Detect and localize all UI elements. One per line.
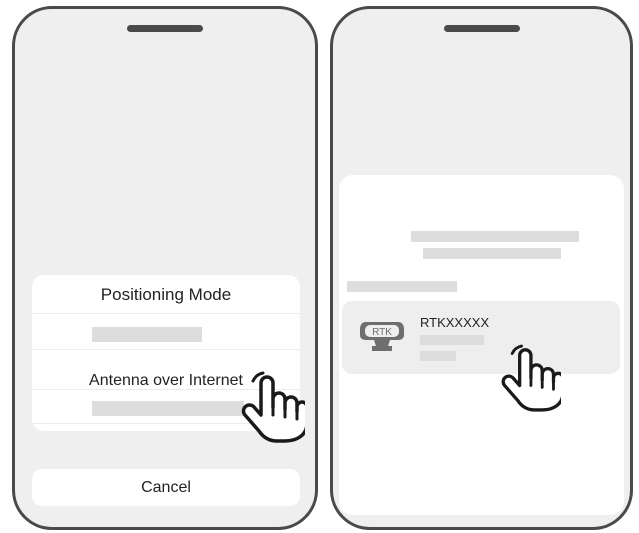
divider [32, 349, 300, 350]
title-placeholder [411, 231, 579, 242]
speaker-notch [127, 25, 203, 32]
device-list-sheet: RTK RTKXXXXX [339, 175, 624, 515]
phone-frame-left: Positioning Mode Antenna over Internet C… [12, 6, 318, 530]
hand-pointer-icon [501, 344, 561, 412]
device-list-item[interactable]: RTK RTKXXXXX [342, 301, 620, 374]
hand-pointer-icon [241, 371, 305, 443]
divider [32, 313, 300, 314]
sheet-title: Positioning Mode [100, 285, 232, 304]
speaker-notch [443, 25, 520, 32]
option-placeholder[interactable] [92, 401, 244, 416]
device-name: RTKXXXXX [420, 315, 490, 330]
rtk-antenna-icon: RTK [360, 322, 404, 351]
rtk-icon-label: RTK [372, 327, 392, 338]
device-detail-placeholder [420, 351, 456, 361]
phone-frame-right: RTK RTKXXXXX [330, 6, 633, 530]
device-detail-placeholder [420, 335, 484, 345]
subtitle-placeholder [423, 248, 561, 259]
cancel-button[interactable]: Cancel [32, 469, 300, 506]
option-placeholder[interactable] [92, 327, 202, 342]
section-label-placeholder [347, 281, 457, 292]
